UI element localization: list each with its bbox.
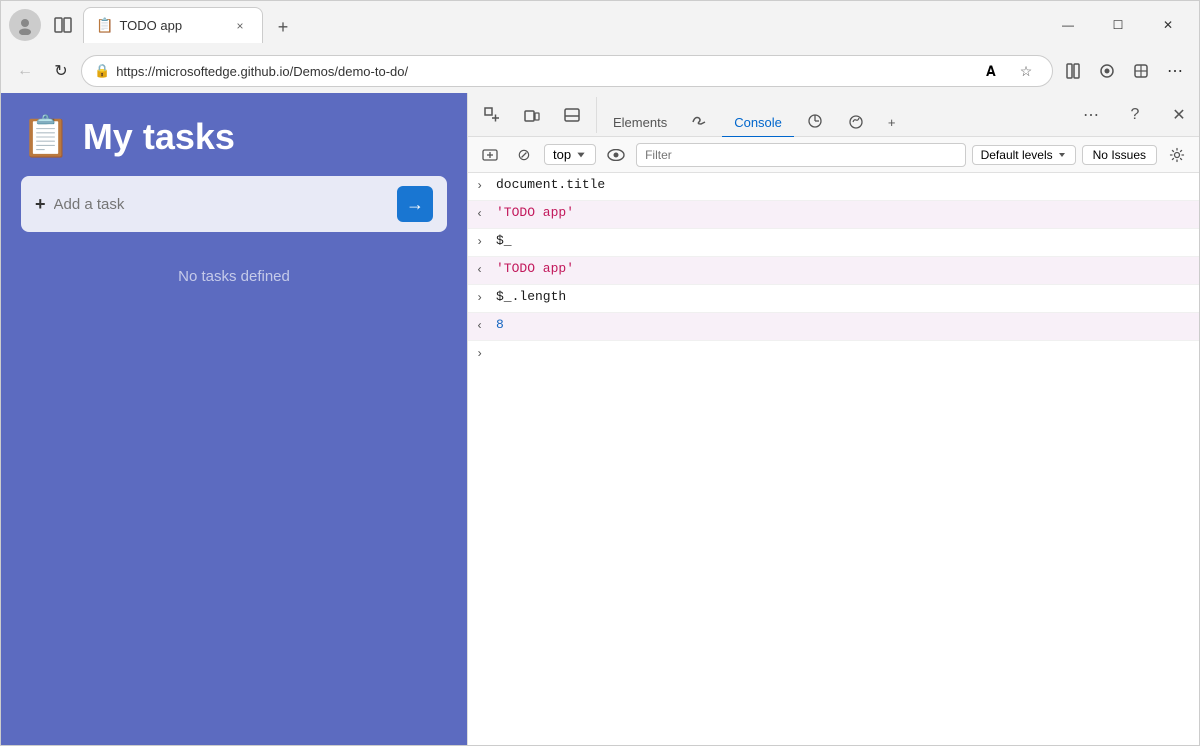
expand-arrow-icon[interactable]: › xyxy=(476,179,490,193)
console-row: › $_.length xyxy=(468,285,1199,313)
console-command-text: document.title xyxy=(496,177,1191,192)
console-command-text: $_.length xyxy=(496,289,1191,304)
address-bar[interactable]: 🔒 https://microsoftedge.github.io/Demos/… xyxy=(81,55,1053,87)
inspect-element-button[interactable] xyxy=(474,97,510,133)
browser-essentials-button[interactable] xyxy=(1125,55,1157,87)
devtools-tools-left xyxy=(468,97,597,133)
clear-console-button[interactable]: ⊘ xyxy=(510,141,538,169)
title-bar: 📋 TODO app × + — ☐ ✕ xyxy=(1,1,1199,49)
devtools-more-controls: ⋯ ? ✕ xyxy=(1071,97,1199,133)
no-tasks-message: No tasks defined xyxy=(21,268,447,285)
read-aloud-button[interactable]: 𝐀 xyxy=(980,57,1008,85)
expand-arrow-icon[interactable]: › xyxy=(476,235,490,249)
devtools-toolbar: Elements Console + ⋯ ? ✕ xyxy=(468,93,1199,137)
refresh-button[interactable]: ↻ xyxy=(45,55,77,87)
tab-title: TODO app xyxy=(119,18,224,33)
expand-arrow-icon[interactable]: › xyxy=(476,291,490,305)
device-emulation-button[interactable] xyxy=(514,97,550,133)
tab-sources[interactable] xyxy=(794,106,836,138)
address-bar-row: ← ↻ 🔒 https://microsoftedge.github.io/De… xyxy=(1,49,1199,93)
log-level-label: Default levels xyxy=(981,148,1053,162)
tab-close-button[interactable]: × xyxy=(230,16,250,36)
app-header: 📋 My tasks xyxy=(21,113,447,160)
console-filter-input[interactable] xyxy=(636,143,966,167)
profile-icon[interactable] xyxy=(9,9,41,41)
console-toolbar: ⊘ top Default levels No Issues xyxy=(468,137,1199,173)
collections-button[interactable] xyxy=(1057,55,1089,87)
tab-bar: 📋 TODO app × + xyxy=(83,7,1041,43)
console-row: › $_ xyxy=(468,229,1199,257)
back-button[interactable]: ← xyxy=(9,55,41,87)
prompt-arrow-icon: › xyxy=(476,347,490,361)
address-actions: 𝐀 ☆ xyxy=(980,57,1040,85)
url-text: https://microsoftedge.github.io/Demos/de… xyxy=(116,64,974,79)
devtools-panel: Elements Console + ⋯ ? ✕ xyxy=(467,93,1199,745)
toggle-dock-button[interactable] xyxy=(554,97,590,133)
app-icon: 📋 xyxy=(21,113,71,160)
app-panel: 📋 My tasks + → No tasks defined xyxy=(1,93,467,745)
context-selector[interactable]: top xyxy=(544,144,596,165)
tab-favicon-icon: 📋 xyxy=(96,17,113,34)
add-task-button[interactable]: → xyxy=(397,186,433,222)
console-row: ‹ 8 xyxy=(468,313,1199,341)
tab-add[interactable]: + xyxy=(876,109,908,138)
lock-icon: 🔒 xyxy=(94,63,110,79)
more-tools-button[interactable]: ⋯ xyxy=(1159,55,1191,87)
output-arrow-icon: ‹ xyxy=(476,263,490,277)
filter-toggle-button[interactable] xyxy=(602,141,630,169)
output-arrow-icon: ‹ xyxy=(476,319,490,333)
tab-performance-insights[interactable] xyxy=(836,107,876,138)
console-output-text: 8 xyxy=(496,317,1191,332)
sidebar-toggle-button[interactable] xyxy=(47,9,79,41)
no-issues-badge[interactable]: No Issues xyxy=(1082,145,1157,165)
console-input-row: › xyxy=(468,341,1199,365)
copilot-button[interactable] xyxy=(1091,55,1123,87)
close-button[interactable]: ✕ xyxy=(1145,9,1191,41)
minimize-button[interactable]: — xyxy=(1045,9,1091,41)
new-tab-button[interactable]: + xyxy=(267,11,299,43)
devtools-close-button[interactable]: ✕ xyxy=(1161,97,1197,133)
console-output-text: 'TODO app' xyxy=(496,205,1191,220)
svg-text:𝐀: 𝐀 xyxy=(986,63,996,79)
add-task-bar: + → xyxy=(21,176,447,232)
maximize-button[interactable]: ☐ xyxy=(1095,9,1141,41)
toolbar-right: ⋯ xyxy=(1057,55,1191,87)
active-tab[interactable]: 📋 TODO app × xyxy=(83,7,263,43)
console-row: › document.title xyxy=(468,173,1199,201)
main-content: 📋 My tasks + → No tasks defined xyxy=(1,93,1199,745)
browser-window: 📋 TODO app × + — ☐ ✕ ← ↻ 🔒 https://micro… xyxy=(0,0,1200,746)
tab-console[interactable]: Console xyxy=(722,109,794,138)
create-live-expression-button[interactable] xyxy=(476,141,504,169)
console-output: › document.title ‹ 'TODO app' › $_ ‹ 'TO… xyxy=(468,173,1199,745)
window-controls: — ☐ ✕ xyxy=(1045,9,1191,41)
context-label: top xyxy=(553,147,571,162)
title-bar-left xyxy=(9,9,79,41)
devtools-more-button[interactable]: ⋯ xyxy=(1073,97,1109,133)
console-settings-button[interactable] xyxy=(1163,141,1191,169)
console-output-text: 'TODO app' xyxy=(496,261,1191,276)
console-row: ‹ 'TODO app' xyxy=(468,257,1199,285)
favorites-button[interactable]: ☆ xyxy=(1012,57,1040,85)
tab-elements[interactable]: Elements xyxy=(601,109,679,138)
devtools-help-button[interactable]: ? xyxy=(1117,97,1153,133)
tab-network[interactable] xyxy=(679,107,722,138)
app-title: My tasks xyxy=(83,116,235,158)
log-level-selector[interactable]: Default levels xyxy=(972,145,1076,165)
add-task-input[interactable] xyxy=(54,196,389,213)
add-task-plus-icon: + xyxy=(35,194,46,215)
output-arrow-icon: ‹ xyxy=(476,207,490,221)
console-command-text: $_ xyxy=(496,233,1191,248)
console-row: ‹ 'TODO app' xyxy=(468,201,1199,229)
